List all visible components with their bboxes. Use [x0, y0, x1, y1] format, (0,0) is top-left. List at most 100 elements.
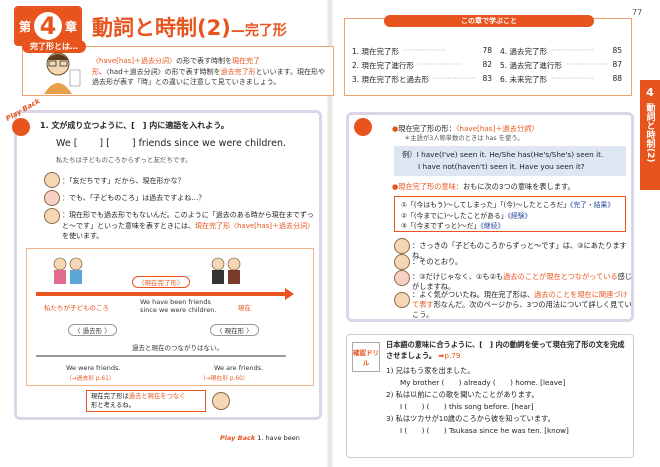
dialog-line: ：「友だちです」だから、現在形かな？ [62, 177, 185, 185]
dialog-line: ：現在形でも過去形でもないんだ。このように「過去のある時から現在までずっと〜です… [62, 210, 314, 242]
present-example: We are friends. [214, 364, 264, 372]
lesson-page: 88 [612, 74, 622, 83]
timeline-arrow [36, 288, 294, 300]
drill-item-english[interactable]: My brother ( ) already ( ) home. [leave] [400, 378, 565, 389]
memo-part: 現在完了形は [91, 393, 129, 400]
lesson-label: 6. 未来完了形 [500, 75, 548, 84]
sentence-translation: 私たちは子どものころからずっと友だちです。 [56, 156, 192, 164]
lesson-label: 1. 現在完了形 [352, 47, 400, 56]
lesson-page: 83 [482, 74, 492, 83]
usage-2-tag: 《経験》 [507, 211, 532, 220]
title-text: 動詞と時制 [92, 16, 197, 40]
present-perfect-example: We have been friends [140, 298, 211, 306]
lesson-item[interactable]: 1. 現在完了形 ·················· 78 [352, 46, 492, 57]
lesson-label: 4. 過去完了形 [500, 47, 548, 56]
side-tab-text: 動詞と時制 [644, 103, 655, 148]
drill-item-japanese: 3) 私はツカサが10歳のころから彼を知っています。 [386, 414, 555, 423]
def-phrase-2: の形で表す時制を [176, 57, 233, 65]
chapter-post: 章 [65, 19, 78, 34]
usage-1-tag: 《完了・結果》 [569, 201, 615, 209]
page-number: 77 [632, 8, 643, 17]
answer-label: Play Back [220, 434, 256, 442]
usage-3: ③「(今までずっと)〜だ」 [401, 222, 481, 231]
title-subtitle: —完了形 [230, 23, 287, 39]
dialog-part: ：よく気がついたね。現在完了形は、 [412, 290, 535, 299]
chapter-title: 動詞と時制(2)—完了形 [92, 12, 287, 42]
leader-dots: ·················· [551, 74, 594, 83]
lesson-item[interactable]: 5. 過去完了進行形 ·················· 87 [500, 60, 622, 71]
side-tab-sub: (2) [645, 148, 655, 163]
dialog-part: 形なんだ。次のページから、3つの用法について詳しく見ていこう。 [412, 300, 632, 320]
drill-item-japanese: 1) 兄はもう家を出ました。 [386, 366, 475, 375]
leader-dots: ·················· [418, 60, 461, 69]
title-number: (2) [197, 16, 231, 40]
dialog-line: ：でも、「子どものころ」は過去ですよね…？ [62, 194, 206, 202]
lesson-item[interactable]: 3. 現在完了形と過去形 ·················· 83 [352, 74, 492, 85]
present-perfect-label: 〈現在完了形〉 [132, 276, 190, 288]
past-example: We were friends. [66, 364, 121, 372]
chapter-pre: 第 [18, 19, 31, 34]
example-line-2: I have not(haven't) seen it. Have you se… [418, 161, 585, 171]
teacher-face-icon [394, 292, 410, 308]
past-tense-label: 〈 過去形 〉 [68, 324, 117, 336]
sentence-mid: ] [ [99, 138, 110, 149]
children-illustration [53, 257, 83, 284]
present-tense-label: 〈 現在形 〉 [210, 324, 259, 336]
dialog-line: ：そのとおり。 [412, 257, 463, 266]
memo-part: 形と考えるね。 [91, 401, 135, 409]
question-title: 1. 文が成り立つように、[ ] 内に適語を入れよう。 [40, 121, 229, 130]
student-face-icon [44, 172, 60, 188]
definition-text: 〈have[has]＋過去分詞〉の形で表す時制を現在完了形、〈had＋過去分詞〉… [92, 56, 330, 88]
form-note: ＊主語が3人称単数のときは has を使う。 [404, 135, 524, 142]
drill-tag: 確認ドリル [352, 342, 380, 372]
past-reference: （→過去形 p.61） [66, 376, 115, 382]
present-reference: （→現在形 p.60） [200, 376, 249, 382]
meaning-line: ●現在完了形の意味：おもに次の3つの意味を表します。 [392, 182, 575, 191]
lesson-label: 2. 現在完了進行形 [352, 61, 415, 70]
playback-answer: Play Back 1. have been [220, 434, 300, 442]
leader-dots: ·················· [566, 60, 609, 69]
memo-emphasis: 過去と現在をつなぐ [128, 393, 186, 400]
lesson-page: 78 [482, 46, 492, 55]
teacher-face-icon [44, 208, 60, 224]
lesson-page: 85 [612, 46, 622, 55]
form-line: ●現在完了形の形：〈have[has]＋過去分詞〉 [392, 124, 539, 133]
example-line-1: 例）I have(I've) seen it. He/She has(He's/… [402, 150, 604, 159]
leader-dots: ·················· [433, 74, 476, 83]
playback-icon [12, 118, 30, 136]
dialog-emphasis: 現在完了形〈have[has]＋過去分詞〉 [195, 221, 315, 230]
chapter-side-tab[interactable]: 4 動詞と時制 (2) [640, 80, 660, 190]
drill-item-english[interactable]: I ( ) ( ) this song before. [hear] [400, 402, 534, 413]
side-tab-number: 4 [646, 86, 654, 99]
drill-question: 日本語の意味に合うように、[ ] 内の動詞を使って現在完了形の文を完成させましょ… [386, 340, 630, 362]
teacher-face-icon [394, 254, 410, 270]
teacher-face-icon [212, 392, 230, 410]
dialog-part: ：③だけじゃなく、①も②も [412, 272, 504, 281]
def-phrase-5: の形で表す時制を [164, 67, 221, 76]
lesson-item[interactable]: 2. 現在完了進行形 ·················· 82 [352, 60, 492, 71]
drill-item-japanese: 2) 私は以前にこの歌を聞いたことがあります。 [386, 390, 539, 399]
student-face-icon [44, 190, 60, 206]
lesson-item[interactable]: 6. 未来完了形 ·················· 88 [500, 74, 622, 85]
sentence-post: ] friends since we were children. [131, 138, 286, 149]
dialog-part: を使います。 [62, 232, 104, 240]
def-phrase-6: 過去完了形 [220, 67, 256, 76]
usage-box: ①「(今はもう)〜してしまった」「(今)〜したところだ」《完了・結果》 ②「(今… [394, 196, 626, 232]
memo-box: 現在完了形は過去と現在をつなぐ 形と考えるね。 [86, 390, 206, 412]
leader-dots: ·················· [551, 46, 594, 55]
lesson-label: 3. 現在完了形と過去形 [352, 75, 430, 84]
timeline-gray [36, 355, 286, 357]
lesson-page: 82 [482, 60, 492, 69]
playback-icon [354, 118, 372, 136]
lesson-label: 5. 過去完了進行形 [500, 61, 563, 70]
dialog-emphasis: 過去のことが現在とつながっている [503, 272, 618, 281]
example-box: 例）I have(I've) seen it. He/She has(He's/… [394, 146, 626, 176]
def-phrase-4: 、〈had＋過去分詞〉 [99, 67, 165, 76]
teacher-illustration [44, 52, 81, 94]
drill-item-english[interactable]: I ( ) ( ) Tsukasa since he was ten. [kno… [400, 426, 569, 437]
sentence-pre: We [ [56, 138, 78, 149]
drill-reference-link[interactable]: ➡p.79 [438, 351, 460, 360]
answer-text: 1. have been [257, 434, 300, 442]
usage-1: ①「(今はもう)〜してしまった」「(今)〜したところだ」 [401, 201, 570, 209]
lesson-item[interactable]: 4. 過去完了形 ·················· 85 [500, 46, 622, 57]
